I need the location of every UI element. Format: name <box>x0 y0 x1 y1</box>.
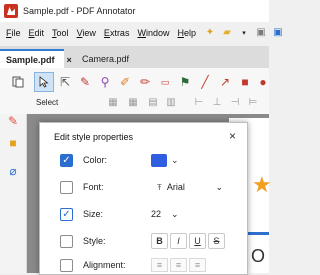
text-select-icon[interactable]: ⇱ <box>55 72 75 92</box>
folder-icon[interactable]: ■ <box>6 136 20 150</box>
edit-style-dialog: Edit style properties × ✓ Color: ⌄ Font:… <box>39 122 248 275</box>
paste-format-icon[interactable]: ▦ <box>127 96 139 108</box>
select-tool-label: Select <box>36 98 59 107</box>
style-row: Style: B I U S <box>60 232 240 250</box>
window-title: Sample.pdf - PDF Annotator <box>23 6 136 16</box>
alignment-label: Alignment: <box>83 260 126 270</box>
title-bar: Sample.pdf - PDF Annotator <box>0 0 269 22</box>
font-value: Arial <box>166 182 185 192</box>
menu-bar: File Edit Tool View Extras Window Help ✦… <box>0 22 283 44</box>
menu-window[interactable]: Window <box>137 28 169 38</box>
menu-file[interactable]: File <box>6 28 21 38</box>
color-swatch[interactable] <box>151 153 167 167</box>
stamp-icon[interactable]: ⚑ <box>175 72 195 92</box>
group-icon[interactable]: ▥ <box>165 96 177 108</box>
align-right-icon[interactable]: ≡ <box>189 258 206 272</box>
menu-edit[interactable]: Edit <box>29 28 45 38</box>
save-all-icon[interactable]: ▣ <box>272 27 284 39</box>
underline-button[interactable]: U <box>189 233 206 249</box>
app-logo-icon <box>4 4 18 18</box>
italic-button[interactable]: I <box>170 233 187 249</box>
font-select[interactable]: Ŧ Arial ⌄ <box>151 179 231 195</box>
font-type-icon: Ŧ <box>157 182 162 192</box>
star-annotation-icon[interactable]: ★ <box>252 172 272 198</box>
font-checkbox[interactable] <box>60 180 73 194</box>
menu-help[interactable]: Help <box>177 28 196 38</box>
new-document-icon[interactable]: ✦ <box>204 27 216 39</box>
left-side-panel: ✎ ■ ⌀ <box>0 114 27 273</box>
select-tool-icon[interactable] <box>34 72 54 92</box>
chevron-down-icon: ⌄ <box>171 208 179 219</box>
align-center-icon[interactable]: ≡ <box>170 258 187 272</box>
dialog-title: Edit style properties <box>54 132 134 142</box>
page-text: O <box>251 246 266 266</box>
copy-format-icon[interactable]: ▦ <box>107 96 119 108</box>
lock-icon[interactable]: ▤ <box>147 96 159 108</box>
size-select[interactable]: 22 ⌄ <box>151 206 191 222</box>
line-icon[interactable]: ╱ <box>195 72 215 92</box>
pen-icon[interactable]: ✎ <box>75 72 95 92</box>
tab-camera-pdf[interactable]: Camera.pdf <box>68 49 138 68</box>
tab-label: Sample.pdf <box>6 54 55 65</box>
size-row: ✓ Size: 22 ⌄ <box>60 205 240 223</box>
menu-tool[interactable]: Tool <box>52 28 69 38</box>
distribute-icon[interactable]: ⊨ <box>247 96 259 108</box>
size-value: 22 <box>151 209 162 219</box>
align-center-icon[interactable]: ⊥ <box>211 96 223 108</box>
align-left-icon[interactable]: ≡ <box>151 258 168 272</box>
tab-label: Camera.pdf <box>82 53 130 64</box>
color-checkbox[interactable]: ✓ <box>60 153 73 167</box>
chevron-down-icon[interactable]: ⌄ <box>171 155 179 166</box>
style-label: Style: <box>83 236 106 246</box>
save-icon[interactable]: ▣ <box>255 27 267 39</box>
document-tabs: Sample.pdf × Camera.pdf <box>0 46 269 68</box>
chevron-down-icon: ⌄ <box>215 181 223 192</box>
arrow-icon[interactable]: ↗ <box>215 72 235 92</box>
align-right-icon[interactable]: ⊣ <box>229 96 241 108</box>
bold-button[interactable]: B <box>151 233 168 249</box>
style-checkbox[interactable] <box>60 234 73 248</box>
highlighter-icon[interactable]: ✐ <box>115 72 135 92</box>
strikethrough-button[interactable]: S <box>208 233 225 249</box>
rectangle-icon[interactable]: ■ <box>235 72 255 92</box>
zoom-icon[interactable]: ⚲ <box>95 72 115 92</box>
alignment-checkbox[interactable] <box>60 258 73 272</box>
size-checkbox[interactable]: ✓ <box>60 207 73 221</box>
dropdown-chevron-icon[interactable]: ▾ <box>238 27 250 39</box>
color-row: ✓ Color: ⌄ <box>60 151 240 169</box>
text-box-icon[interactable]: ▭ <box>155 72 175 92</box>
attachment-icon[interactable]: ⌀ <box>6 164 20 178</box>
alignment-row: Alignment: ≡ ≡ ≡ <box>60 256 240 274</box>
menu-view[interactable]: View <box>77 28 96 38</box>
font-row: Font: Ŧ Arial ⌄ <box>60 178 240 196</box>
pages-panel-icon[interactable] <box>8 72 28 92</box>
tab-sample-pdf[interactable]: Sample.pdf × <box>0 49 72 68</box>
size-label: Size: <box>83 209 104 219</box>
annotation-toolbar: ⇱ ✎ ⚲ ✐ ✏ ▭ ⚑ ╱ ↗ ■ ● Select ▦ ▦ ▤ ▥ ⊢ ⊥… <box>0 68 269 115</box>
align-left-icon[interactable]: ⊢ <box>193 96 205 108</box>
open-folder-icon[interactable]: ▰ <box>221 27 233 39</box>
font-label: Font: <box>83 182 104 192</box>
close-icon[interactable]: × <box>229 129 236 143</box>
ellipse-icon[interactable]: ● <box>253 72 273 92</box>
quick-access-toolbar: ✦ ▰ ▾ ▣ ▣ <box>204 27 284 39</box>
marker-icon[interactable]: ✏ <box>135 72 155 92</box>
menu-extras[interactable]: Extras <box>104 28 130 38</box>
color-label: Color: <box>83 155 108 165</box>
pin-icon[interactable]: ✎ <box>6 114 20 128</box>
